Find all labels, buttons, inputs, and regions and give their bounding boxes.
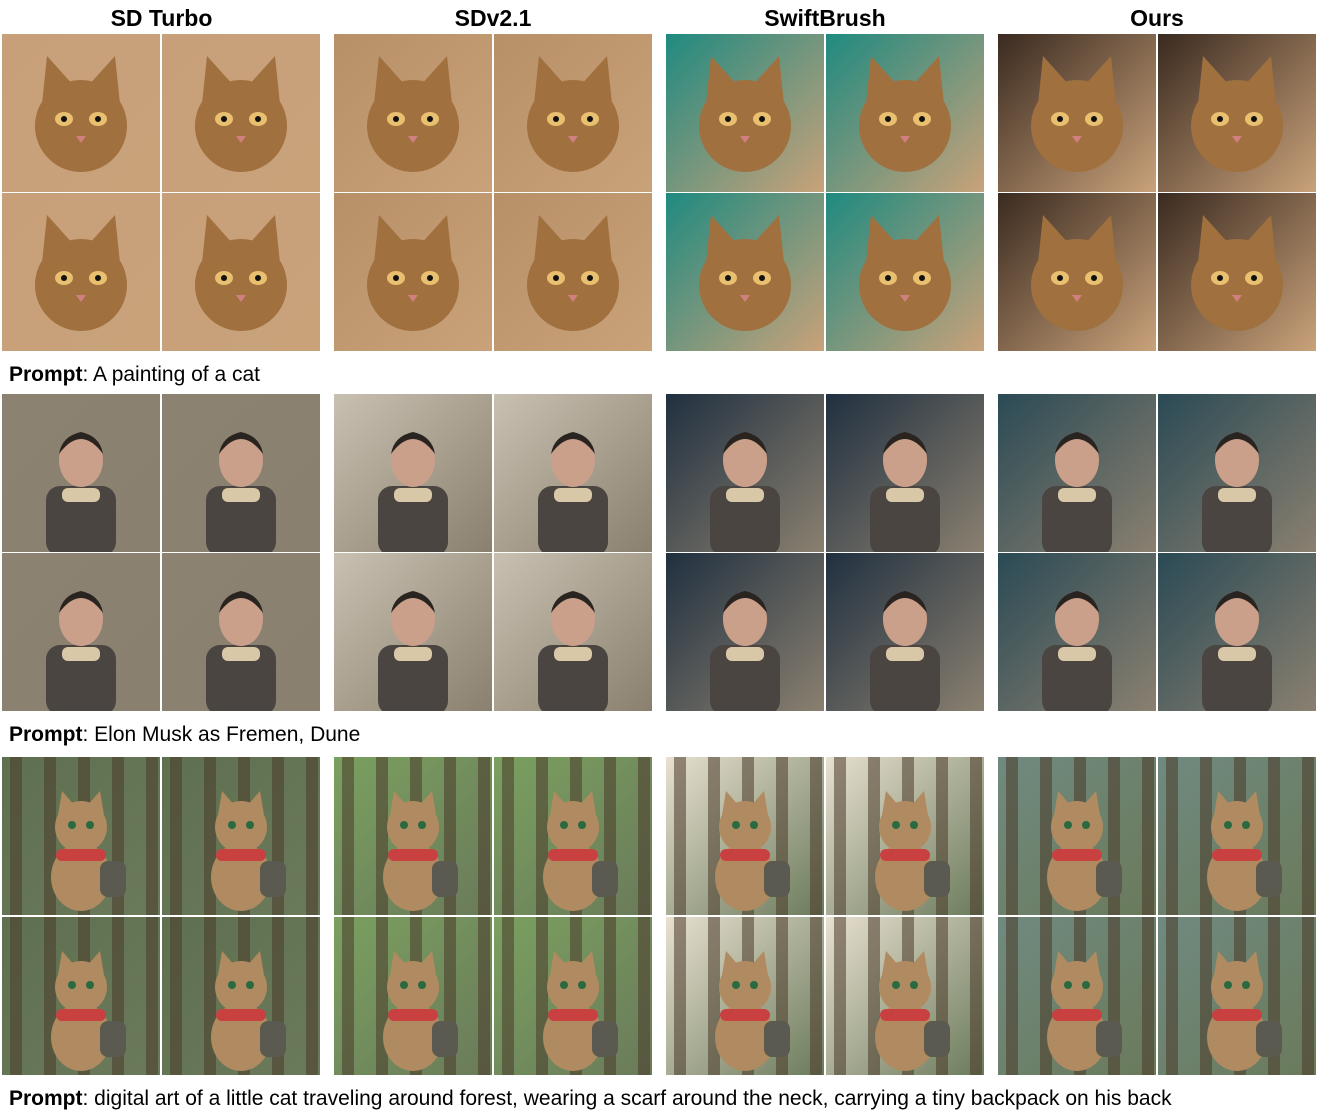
- column-title-sd-turbo: SD Turbo: [110, 5, 213, 31]
- image-tile-sdv21-cat-painting-3: [334, 193, 492, 351]
- image-tile-swiftbrush-forest-cat-4: [826, 917, 984, 1075]
- image-tile-swiftbrush-cat-painting-3: [666, 193, 824, 351]
- prompt-text: digital art of a little cat traveling ar…: [94, 1087, 1172, 1110]
- image-tile-ours-forest-cat-2: [1158, 757, 1316, 915]
- image-tile-swiftbrush-forest-cat-1: [666, 757, 824, 915]
- image-tile-ours-fremen-1: [998, 394, 1156, 552]
- image-tile-ours-fremen-4: [1158, 553, 1316, 711]
- image-tile-ours-forest-cat-4: [1158, 917, 1316, 1075]
- image-tile-sdv21-forest-cat-3: [334, 917, 492, 1075]
- image-tile-sd-turbo-fremen-4: [162, 553, 320, 711]
- image-tile-swiftbrush-forest-cat-3: [666, 917, 824, 1075]
- image-tile-ours-fremen-2: [1158, 394, 1316, 552]
- image-tile-sdv21-cat-painting-4: [494, 193, 652, 351]
- image-tile-sd-turbo-fremen-2: [162, 394, 320, 552]
- image-tile-sdv21-fremen-2: [494, 394, 652, 552]
- prompt-text: A painting of a cat: [93, 363, 260, 386]
- image-tile-ours-forest-cat-3: [998, 917, 1156, 1075]
- image-tile-sd-turbo-fremen-3: [2, 553, 160, 711]
- image-tile-sd-turbo-forest-cat-2: [162, 757, 320, 915]
- image-tile-sd-turbo-fremen-1: [2, 394, 160, 552]
- image-tile-ours-cat-painting-1: [998, 34, 1156, 192]
- prompt-label: Prompt: [9, 1087, 83, 1110]
- prompt-text: Elon Musk as Fremen, Dune: [94, 723, 361, 746]
- image-tile-sd-turbo-forest-cat-3: [2, 917, 160, 1075]
- column-title-sdv21: SDv2.1: [454, 5, 532, 31]
- prompt-caption-3: Prompt: digital art of a little cat trav…: [9, 1087, 1172, 1110]
- image-tile-swiftbrush-forest-cat-2: [826, 757, 984, 915]
- image-tile-ours-cat-painting-3: [998, 193, 1156, 351]
- image-tile-sd-turbo-forest-cat-1: [2, 757, 160, 915]
- image-tile-swiftbrush-cat-painting-4: [826, 193, 984, 351]
- image-tile-sd-turbo-cat-painting-1: [2, 34, 160, 192]
- image-tile-swiftbrush-cat-painting-1: [666, 34, 824, 192]
- image-tile-sd-turbo-forest-cat-4: [162, 917, 320, 1075]
- image-tile-sdv21-forest-cat-2: [494, 757, 652, 915]
- image-tile-swiftbrush-cat-painting-2: [826, 34, 984, 192]
- image-tile-ours-forest-cat-1: [998, 757, 1156, 915]
- image-tile-sdv21-forest-cat-1: [334, 757, 492, 915]
- prompt-label: Prompt: [9, 723, 83, 746]
- image-tile-swiftbrush-fremen-1: [666, 394, 824, 552]
- image-tile-sd-turbo-cat-painting-2: [162, 34, 320, 192]
- column-title-ours: Ours: [1130, 5, 1184, 31]
- image-tile-swiftbrush-fremen-2: [826, 394, 984, 552]
- image-tile-ours-cat-painting-2: [1158, 34, 1316, 192]
- image-tile-swiftbrush-fremen-3: [666, 553, 824, 711]
- image-tile-ours-cat-painting-4: [1158, 193, 1316, 351]
- image-tile-sdv21-fremen-1: [334, 394, 492, 552]
- image-tile-sd-turbo-cat-painting-3: [2, 193, 160, 351]
- image-tile-sdv21-fremen-3: [334, 553, 492, 711]
- column-title-swiftbrush: SwiftBrush: [764, 5, 886, 31]
- image-tile-swiftbrush-fremen-4: [826, 553, 984, 711]
- image-tile-sd-turbo-cat-painting-4: [162, 193, 320, 351]
- prompt-label: Prompt: [9, 363, 83, 386]
- prompt-caption-1: Prompt: A painting of a cat: [9, 363, 260, 386]
- image-tile-sdv21-forest-cat-4: [494, 917, 652, 1075]
- image-tile-sdv21-cat-painting-1: [334, 34, 492, 192]
- image-tile-sdv21-cat-painting-2: [494, 34, 652, 192]
- image-tile-sdv21-fremen-4: [494, 553, 652, 711]
- image-tile-ours-fremen-3: [998, 553, 1156, 711]
- prompt-caption-2: Prompt: Elon Musk as Fremen, Dune: [9, 723, 361, 746]
